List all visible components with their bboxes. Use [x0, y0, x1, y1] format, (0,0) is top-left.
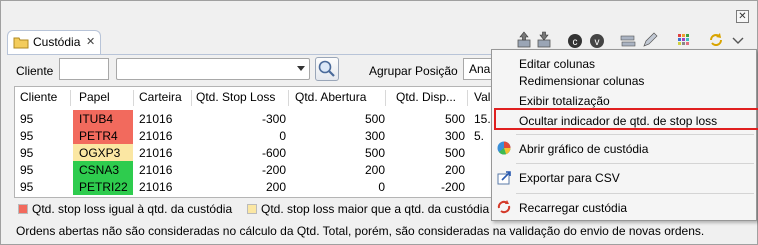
sell-v-icon[interactable]: v	[587, 31, 605, 49]
custodia-table[interactable]: Cliente Papel Carteira Qtd. Stop Loss Qt…	[14, 86, 500, 198]
tab-label: Custódia	[33, 35, 81, 49]
cell-papel: PETR4	[73, 127, 133, 144]
column-divider[interactable]	[288, 90, 289, 106]
table-row[interactable]: 95 PETRI22 21016 200 0 -200	[15, 178, 499, 195]
cell-abertura: 0	[378, 180, 385, 194]
cell-papel: PETRI22	[73, 178, 133, 195]
cell-disponivel: 500	[444, 112, 465, 126]
cell-papel: ITUB4	[73, 110, 133, 127]
table-row[interactable]: 95 ITUB4 21016 -300 500 500 15.	[15, 110, 499, 127]
cell-carteira: 21016	[139, 146, 173, 160]
pie-chart-icon	[497, 141, 511, 155]
highlight-box	[494, 108, 758, 130]
column-header-stop-loss[interactable]: Qtd. Stop Loss	[196, 90, 275, 108]
menu-item-abrir-grafico[interactable]: Abrir gráfico de custódia	[492, 139, 756, 157]
cell-abertura: 300	[364, 129, 385, 143]
cell-valor: 15.	[474, 112, 491, 126]
cell-papel: OGXP3	[73, 144, 133, 161]
cell-cliente: 95	[20, 129, 34, 143]
export-icon	[497, 171, 511, 185]
legend-swatch-equal	[18, 204, 28, 214]
table-row[interactable]: 95 PETR4 21016 0 300 300 5.	[15, 127, 499, 144]
sell-order-icon[interactable]	[535, 31, 553, 49]
cell-carteira: 21016	[139, 112, 173, 126]
account-select[interactable]	[116, 58, 310, 80]
column-divider[interactable]	[133, 90, 134, 106]
column-header-abertura[interactable]: Qtd. Abertura	[295, 90, 366, 108]
cell-carteira: 21016	[139, 180, 173, 194]
menu-separator	[516, 134, 754, 135]
cell-stop-loss: -200	[261, 163, 286, 177]
cell-cliente: 95	[20, 112, 34, 126]
menu-item-exibir-totalizacao[interactable]: Exibir totalização	[492, 91, 756, 109]
svg-text:c: c	[573, 37, 578, 48]
column-header-cliente[interactable]: Cliente	[20, 90, 57, 108]
cell-disponivel: -200	[440, 180, 465, 194]
column-divider[interactable]	[70, 90, 71, 106]
cell-stop-loss: -300	[261, 112, 286, 126]
reload-icon	[497, 200, 511, 214]
footnote-text: Ordens abertas não são consideradas no c…	[16, 224, 705, 238]
tab-custodia[interactable]: Custódia ✕	[7, 30, 101, 54]
custodia-window: ✕ Custódia ✕ c v Cliente Agrupar Posição…	[0, 0, 758, 245]
buy-c-icon[interactable]: c	[565, 31, 583, 49]
menu-item-label: Redimensionar colunas	[519, 74, 645, 88]
cliente-label: Cliente	[16, 64, 54, 78]
refresh-icon[interactable]	[707, 31, 725, 49]
search-icon	[318, 60, 335, 77]
edit-icon[interactable]	[641, 31, 659, 49]
search-button[interactable]	[315, 57, 339, 81]
folder-icon	[13, 37, 29, 49]
close-tab-icon[interactable]: ✕	[86, 35, 95, 48]
cliente-input[interactable]	[59, 58, 109, 80]
cell-carteira: 21016	[139, 163, 173, 177]
legend-label-greater: Qtd. stop loss maior que a qtd. da custó…	[261, 202, 490, 216]
cell-abertura: 200	[364, 163, 385, 177]
column-header-papel[interactable]: Papel	[79, 90, 110, 108]
cell-papel: CSNA3	[73, 161, 133, 178]
cell-disponivel: 200	[444, 163, 465, 177]
menu-item-label: Recarregar custódia	[519, 201, 628, 215]
window-close-button[interactable]: ✕	[736, 10, 749, 23]
column-divider[interactable]	[385, 90, 386, 106]
menu-item-exportar-csv[interactable]: Exportar para CSV	[492, 168, 756, 186]
column-divider[interactable]	[191, 90, 192, 106]
menu-item-label: Editar colunas	[519, 57, 596, 71]
cell-stop-loss: 0	[279, 129, 286, 143]
cell-cliente: 95	[20, 180, 34, 194]
column-header-disponivel[interactable]: Qtd. Disp...	[396, 90, 456, 108]
cell-disponivel: 300	[444, 129, 465, 143]
menu-separator	[516, 193, 754, 194]
grid-colors-icon[interactable]	[675, 31, 693, 49]
chevron-down-icon	[297, 66, 305, 71]
cell-carteira: 21016	[139, 129, 173, 143]
menu-item-recarregar-custodia[interactable]: Recarregar custódia	[492, 198, 756, 216]
cell-stop-loss: -600	[261, 146, 286, 160]
table-row[interactable]: 95 OGXP3 21016 -600 500 500	[15, 144, 499, 161]
cell-cliente: 95	[20, 163, 34, 177]
cell-cliente: 95	[20, 146, 34, 160]
menu-item-redimensionar-colunas[interactable]: Redimensionar colunas	[492, 71, 756, 89]
legend-label-equal: Qtd. stop loss igual à qtd. da custódia	[32, 202, 233, 216]
menu-item-editar-colunas[interactable]: Editar colunas	[492, 54, 756, 72]
cell-disponivel: 500	[444, 146, 465, 160]
svg-text:v: v	[595, 37, 600, 48]
view-menu-icon[interactable]	[729, 31, 747, 49]
cell-stop-loss: 200	[265, 180, 286, 194]
cell-abertura: 500	[364, 146, 385, 160]
menu-item-label: Exibir totalização	[519, 94, 610, 108]
menu-item-label: Abrir gráfico de custódia	[519, 142, 649, 156]
menu-separator	[516, 163, 754, 164]
view-dropdown-menu: Editar colunas Redimensionar colunas Exi…	[491, 49, 758, 221]
agrupar-label: Agrupar Posição	[369, 64, 458, 78]
transfer-icon[interactable]	[619, 31, 637, 49]
menu-item-label: Exportar para CSV	[519, 171, 620, 185]
column-header-carteira[interactable]: Carteira	[139, 90, 182, 108]
cell-abertura: 500	[364, 112, 385, 126]
legend-swatch-greater	[247, 204, 257, 214]
cell-valor: 5.	[474, 129, 485, 143]
column-divider[interactable]	[467, 90, 468, 106]
buy-order-icon[interactable]	[515, 31, 533, 49]
table-row[interactable]: 95 CSNA3 21016 -200 200 200	[15, 161, 499, 178]
